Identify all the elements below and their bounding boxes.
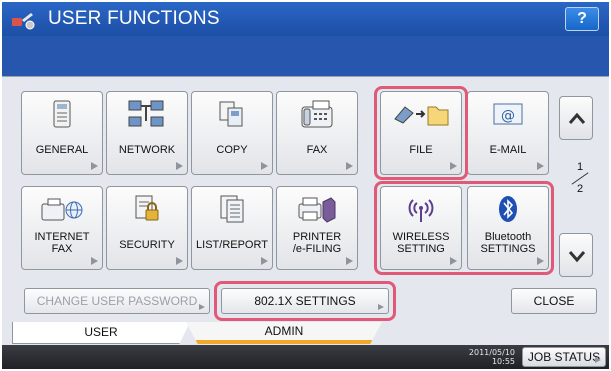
fax-button[interactable]: FAX — [276, 91, 358, 175]
bluetooth-settings-button[interactable]: Bluetooth SETTINGS — [467, 186, 549, 270]
security-button[interactable]: SECURITY — [106, 186, 188, 270]
wireless-icon — [408, 199, 434, 222]
file-icon — [394, 106, 449, 126]
tab-admin[interactable]: ADMIN — [186, 322, 382, 344]
chevron-right-icon — [346, 162, 353, 170]
general-icon — [53, 100, 71, 128]
printer-efiling-label: PRINTER /e-FILING — [292, 231, 342, 255]
page-title: USER FUNCTIONS — [48, 8, 220, 29]
job-status-label: JOB STATUS — [527, 350, 601, 364]
job-status-button[interactable]: JOB STATUS — [522, 347, 606, 367]
security-label: SECURITY — [119, 239, 175, 251]
tab-user[interactable]: USER — [12, 322, 190, 344]
internet-fax-label: INTERNET FAX — [34, 231, 90, 255]
email-label: E-MAIL — [489, 144, 527, 156]
file-button[interactable]: FILE — [380, 91, 462, 175]
status-date: 2011/05/10 — [468, 348, 515, 357]
file-label: FILE — [409, 144, 433, 156]
user-functions-screen: USER FUNCTIONS ? GENERAL NETWORK COPY FA… — [0, 0, 611, 371]
chevron-right-icon — [199, 304, 205, 310]
network-button[interactable]: NETWORK — [106, 91, 188, 175]
change-user-password-label: CHANGE USER PASSWORD — [36, 294, 198, 308]
tools-icon — [12, 13, 35, 30]
chevron-right-icon — [261, 162, 268, 170]
message-area — [2, 36, 609, 76]
close-label: CLOSE — [533, 294, 575, 308]
title-bar: USER FUNCTIONS ? — [2, 2, 609, 36]
printer-efiling-button[interactable]: PRINTER /e-FILING — [276, 186, 358, 270]
list-report-button[interactable]: LIST/REPORT — [191, 186, 273, 270]
chevron-right-icon — [537, 162, 544, 170]
copy-button[interactable]: COPY — [191, 91, 273, 175]
email-button[interactable]: @ E-MAIL — [467, 91, 549, 175]
security-icon — [135, 195, 159, 221]
scroll-up-button[interactable] — [559, 96, 593, 140]
list-report-label: LIST/REPORT — [196, 239, 268, 251]
email-icon: @ — [493, 103, 523, 125]
svg-text:@: @ — [501, 108, 515, 124]
page-indicator: 1 2 — [568, 161, 594, 201]
general-button[interactable]: GENERAL — [21, 91, 103, 175]
chevron-down-icon — [568, 251, 586, 263]
chevron-right-icon — [346, 257, 353, 265]
general-label: GENERAL — [35, 144, 89, 156]
change-user-password-button[interactable]: CHANGE USER PASSWORD — [24, 288, 210, 314]
bluetooth-settings-label: Bluetooth SETTINGS — [480, 231, 536, 255]
scroll-down-button[interactable] — [559, 233, 593, 277]
status-bar: 2011/05/10 10:55 JOB STATUS — [2, 345, 609, 369]
chevron-right-icon — [450, 257, 457, 265]
chevron-right-icon — [176, 257, 183, 265]
chevron-right-icon — [91, 257, 98, 265]
mode-tabs: USER ADMIN — [2, 322, 609, 345]
printer-efiling-icon — [298, 197, 336, 223]
fax-label: FAX — [306, 144, 328, 156]
bluetooth-icon — [499, 196, 517, 222]
help-button[interactable]: ? — [565, 7, 599, 31]
copy-label: COPY — [216, 144, 248, 156]
chevron-right-icon — [450, 162, 457, 170]
chevron-right-icon — [378, 304, 384, 310]
network-label: NETWORK — [118, 144, 176, 156]
wireless-setting-label: WIRELESS SETTING — [392, 231, 450, 255]
current-page: 1 — [577, 161, 584, 173]
date-time: 2011/05/10 10:55 — [457, 348, 515, 366]
fax-icon — [301, 100, 333, 128]
function-panel: GENERAL NETWORK COPY FAX FILE @ E-MAIL I… — [2, 76, 609, 322]
list-report-icon — [220, 195, 244, 223]
status-time: 10:55 — [491, 357, 515, 366]
chevron-right-icon — [595, 357, 601, 363]
dot1x-settings-label: 802.1X SETTINGS — [254, 294, 356, 308]
chevron-right-icon — [91, 162, 98, 170]
close-button[interactable]: CLOSE — [511, 288, 597, 314]
wireless-setting-button[interactable]: WIRELESS SETTING — [380, 186, 462, 270]
chevron-right-icon — [176, 162, 183, 170]
internet-fax-icon — [41, 198, 83, 221]
chevron-up-icon — [568, 112, 586, 124]
internet-fax-button[interactable]: INTERNET FAX — [21, 186, 103, 270]
total-pages: 2 — [577, 183, 584, 195]
network-icon — [128, 100, 164, 127]
copy-icon — [219, 101, 243, 127]
dot1x-settings-button[interactable]: 802.1X SETTINGS — [221, 288, 389, 314]
chevron-right-icon — [261, 257, 268, 265]
chevron-right-icon — [537, 257, 544, 265]
